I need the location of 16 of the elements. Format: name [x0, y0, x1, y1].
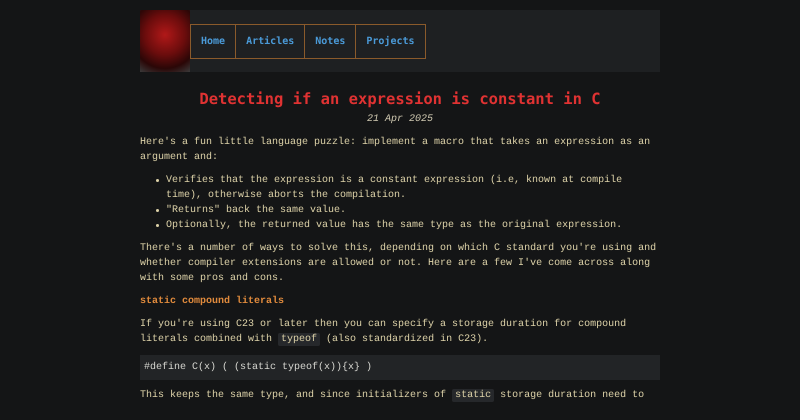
paragraph: If you're using C23 or later then you can specify a storage duration for compound literals combined with typeof (also standardized in C23).: [140, 318, 628, 347]
nav-link[interactable]: Notes: [304, 24, 356, 58]
nav-link[interactable]: Projects: [355, 24, 425, 58]
paragraph: Here's a fun little language puzzle: implement a macro that takes an expression as an argument and:: [140, 136, 652, 165]
nav-link[interactable]: Articles: [235, 24, 304, 58]
article-title: Detecting if an expression is constant in C: [198, 90, 602, 108]
nav-link[interactable]: Home: [191, 24, 236, 58]
avatar-picture: [140, 10, 190, 72]
list-item: "Returns" back the same value.: [158, 203, 660, 218]
list-item: Optionally, the returned value has the same type as the original expression.: [158, 218, 660, 233]
paragraph: This keeps the same type, and since initializers of static storage duration need to: [140, 388, 646, 403]
section-heading: static compound literals: [140, 294, 286, 309]
paragraph: There's a number of ways to solve this, depending on which C standard you're using and whether compiler extensions are allowed or not. Here are a few I've come across along with some pros and cons.: [140, 242, 658, 286]
article-date: 21 Apr 2025: [366, 114, 434, 125]
code-block: #define C(x) ( (static typeof(x)){x} ): [140, 355, 660, 380]
list-item: Verifies that the expression is a constant expression (i.e, known at compile time), otherwise aborts the compilation.: [158, 173, 660, 203]
